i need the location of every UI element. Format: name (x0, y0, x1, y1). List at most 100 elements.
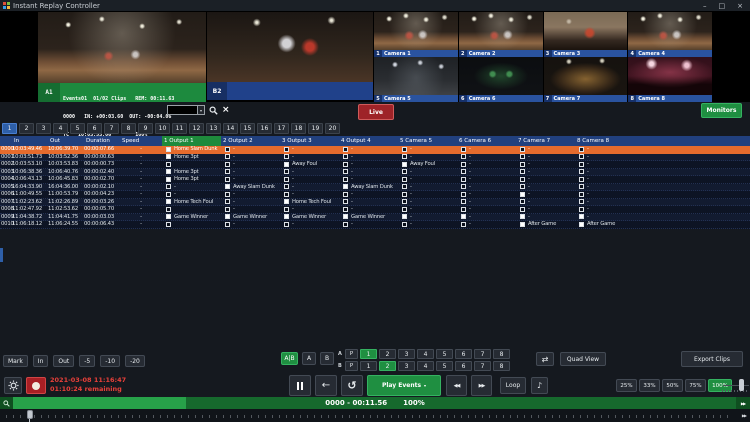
previous-clip-button[interactable]: ◀◀ (446, 375, 467, 396)
clip-checkbox[interactable] (225, 169, 230, 174)
zoom-33pct[interactable]: 33% (639, 379, 660, 392)
clip-checkbox[interactable] (520, 214, 525, 219)
clip-checkbox[interactable] (343, 154, 348, 159)
clip-checkbox[interactable] (343, 184, 348, 189)
back-button[interactable]: ← (315, 375, 337, 396)
maximize-icon[interactable]: □ (719, 1, 726, 11)
zoom-50pct[interactable]: 50% (662, 379, 683, 392)
clip-checkbox[interactable] (520, 192, 525, 197)
channel-b-cam-1[interactable]: 1 (360, 361, 377, 371)
tab-3[interactable]: 3 (36, 123, 51, 134)
mark-button-20[interactable]: -20 (125, 355, 145, 367)
clip-checkbox[interactable] (166, 184, 171, 189)
channel-a-p-button[interactable]: P (345, 349, 358, 359)
event-row-0009[interactable]: 000911:04:38.7211:04:41.7500:00:03.03-Ga… (0, 214, 750, 222)
channel-b-cam-7[interactable]: 7 (474, 361, 491, 371)
loop-button[interactable]: Loop (500, 377, 526, 394)
tab-18[interactable]: 18 (291, 123, 306, 134)
timeline-handle[interactable] (27, 410, 33, 419)
tab-17[interactable]: 17 (274, 123, 289, 134)
tab-6[interactable]: 6 (87, 123, 102, 134)
clip-checkbox[interactable] (343, 169, 348, 174)
tab-10[interactable]: 10 (155, 123, 170, 134)
clip-checkbox[interactable] (343, 214, 348, 219)
scale-slider-handle[interactable] (739, 379, 744, 391)
clip-checkbox[interactable] (225, 147, 230, 152)
program-monitor-a[interactable]: A1 Events01 01/02 Clips REM: 00:11.63 00… (38, 12, 206, 102)
clip-checkbox[interactable] (461, 214, 466, 219)
clip-checkbox[interactable] (461, 184, 466, 189)
clip-checkbox[interactable] (284, 192, 289, 197)
channel-b-cam-3[interactable]: 3 (398, 361, 415, 371)
clip-checkbox[interactable] (284, 214, 289, 219)
timeline-scrubber[interactable]: ▶▶ (0, 409, 750, 422)
clip-checkbox[interactable] (461, 207, 466, 212)
quad-view-button[interactable]: Quad View (560, 352, 606, 366)
side-panel-tab[interactable] (0, 248, 3, 262)
camera-monitor-4[interactable]: 4Camera 4 (628, 12, 712, 57)
clip-checkbox[interactable] (579, 184, 584, 189)
camera-monitor-5[interactable]: 5Camera 5 (374, 57, 458, 102)
clip-checkbox[interactable] (166, 169, 171, 174)
search-icon[interactable] (209, 106, 218, 115)
zoom-75pct[interactable]: 75% (685, 379, 706, 392)
playback-progress-bar[interactable]: 0000 - 00:11.56 100% (0, 397, 750, 409)
pause-button[interactable] (289, 375, 311, 396)
event-row-0008[interactable]: 000811:02:47.9211:02:53.6200:00:05.70---… (0, 206, 750, 214)
clip-checkbox[interactable] (461, 177, 466, 182)
channel-b-button[interactable]: B (320, 352, 334, 365)
mark-button-out[interactable]: Out (53, 355, 74, 367)
tab-19[interactable]: 19 (308, 123, 323, 134)
clip-checkbox[interactable] (579, 177, 584, 182)
clip-checkbox[interactable] (579, 207, 584, 212)
clip-checkbox[interactable] (520, 199, 525, 204)
jog-dial-button[interactable]: ↺ (341, 375, 363, 396)
play-events-button[interactable]: Play Events ▾ (367, 375, 441, 396)
clip-checkbox[interactable] (166, 214, 171, 219)
tab-5[interactable]: 5 (70, 123, 85, 134)
mark-button-in[interactable]: In (33, 355, 49, 367)
clip-checkbox[interactable] (166, 207, 171, 212)
clip-checkbox[interactable] (284, 162, 289, 167)
clip-checkbox[interactable] (402, 184, 407, 189)
clip-checkbox[interactable] (343, 207, 348, 212)
clip-checkbox[interactable] (520, 147, 525, 152)
clip-checkbox[interactable] (284, 147, 289, 152)
tab-9[interactable]: 9 (138, 123, 153, 134)
event-row-0010[interactable]: 001011:06:18.1211:06:24.5500:00:06.43---… (0, 221, 750, 229)
next-clip-button[interactable]: ▶▶ (471, 375, 492, 396)
clip-checkbox[interactable] (225, 199, 230, 204)
clip-checkbox[interactable] (402, 147, 407, 152)
clip-checkbox[interactable] (520, 222, 525, 227)
channel-b-cam-8[interactable]: 8 (493, 361, 510, 371)
tab-16[interactable]: 16 (257, 123, 272, 134)
tab-20[interactable]: 20 (325, 123, 340, 134)
clip-checkbox[interactable] (461, 162, 466, 167)
clip-checkbox[interactable] (461, 192, 466, 197)
clip-checkbox[interactable] (520, 154, 525, 159)
clip-checkbox[interactable] (520, 177, 525, 182)
tab-8[interactable]: 8 (121, 123, 136, 134)
event-row-0007[interactable]: 000711:02:23.6211:02:26.8900:00:03.26-Ho… (0, 199, 750, 207)
clip-checkbox[interactable] (402, 154, 407, 159)
tab-14[interactable]: 14 (223, 123, 238, 134)
clip-checkbox[interactable] (461, 154, 466, 159)
camera-monitor-8[interactable]: 8Camera 8 (628, 57, 712, 102)
clip-checkbox[interactable] (343, 192, 348, 197)
clip-checkbox[interactable] (402, 199, 407, 204)
program-monitor-b[interactable]: B2 (207, 12, 373, 100)
zoom-25pct[interactable]: 25% (616, 379, 637, 392)
ab-toggle-button[interactable]: A|B (281, 352, 298, 365)
tab-7[interactable]: 7 (104, 123, 119, 134)
clip-checkbox[interactable] (402, 162, 407, 167)
clip-checkbox[interactable] (284, 154, 289, 159)
camera-monitor-2[interactable]: 2Camera 2 (459, 12, 543, 57)
tab-15[interactable]: 15 (240, 123, 255, 134)
clip-checkbox[interactable] (579, 214, 584, 219)
clip-checkbox[interactable] (284, 177, 289, 182)
clip-checkbox[interactable] (284, 199, 289, 204)
tab-4[interactable]: 4 (53, 123, 68, 134)
clip-checkbox[interactable] (402, 192, 407, 197)
clip-checkbox[interactable] (343, 199, 348, 204)
clip-checkbox[interactable] (225, 177, 230, 182)
